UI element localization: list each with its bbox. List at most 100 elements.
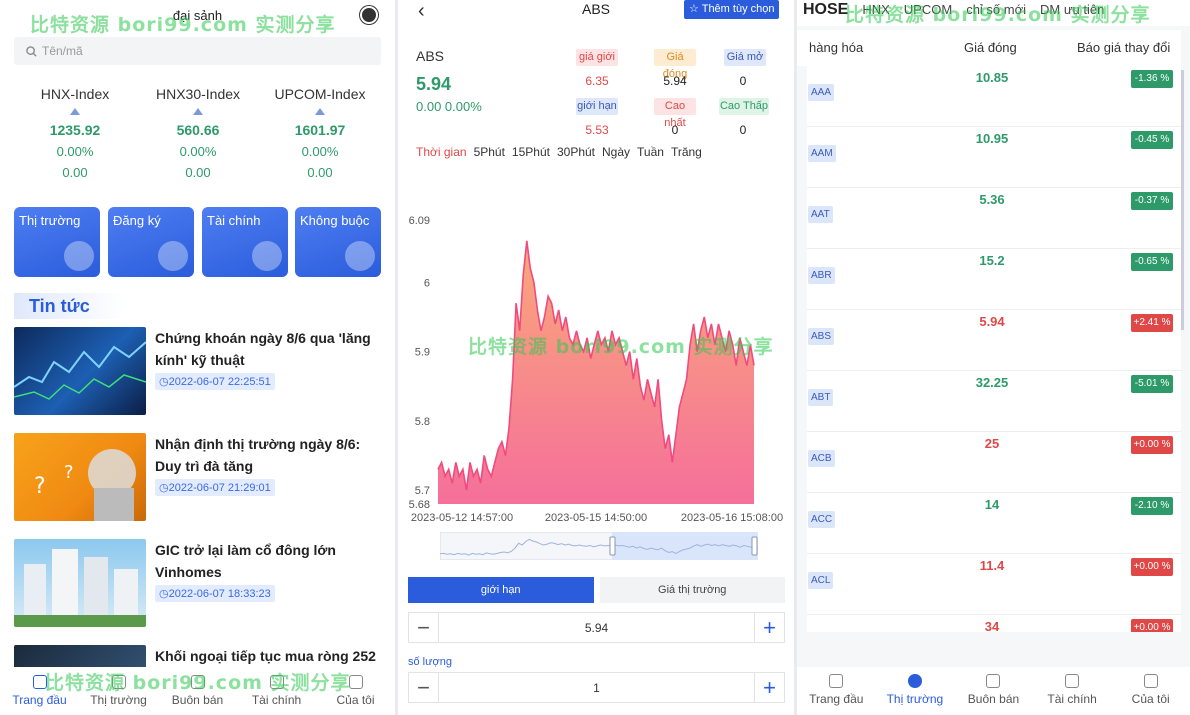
quote-value: 0: [739, 74, 747, 88]
index-value: 1601.97: [294, 122, 346, 138]
minus-icon[interactable]: −: [409, 673, 439, 702]
row-symbol: ABT: [808, 389, 834, 406]
index-upcom[interactable]: UPCOM-Index 1601.97 0.00% 0.00: [260, 86, 380, 183]
minus-icon[interactable]: −: [409, 613, 439, 642]
price-chart[interactable]: 6.09 6 5.9 5.8 5.7 5.682023-05-12 14:57:00 202…: [398, 208, 794, 528]
tab-period[interactable]: Thời gian: [416, 145, 467, 159]
news-title: Nhận định thị trường ngày 8/6: Duy trì đ…: [155, 436, 361, 474]
news-item[interactable]: Chứng khoán ngày 8/6 qua 'lăng kính' kỹ …: [14, 327, 384, 417]
tab-trade[interactable]: Buôn bán: [954, 667, 1033, 715]
index-hnx[interactable]: HNX-Index 1235.92 0.00% 0.00: [15, 86, 135, 183]
tab-profile[interactable]: Của tôi: [316, 667, 395, 715]
quantity-input[interactable]: 1: [439, 681, 754, 695]
quote-value: 0: [671, 123, 679, 137]
row-symbol: AAM: [808, 145, 836, 162]
tab-upcom[interactable]: UPCOM: [904, 2, 952, 17]
table-row[interactable]: ABS 5.94 +2.41 %: [807, 310, 1181, 371]
tab-period[interactable]: 15Phút: [512, 145, 550, 159]
avatar-icon[interactable]: [360, 6, 378, 24]
search-input[interactable]: Tên/mã: [14, 37, 381, 65]
row-price: 11.4: [979, 558, 1005, 573]
tab-period[interactable]: 5Phút: [474, 145, 505, 159]
tab-period[interactable]: Ngày: [602, 145, 630, 159]
tile-market[interactable]: Thị trường: [14, 207, 100, 277]
plus-icon[interactable]: +: [754, 613, 784, 642]
row-symbol: AAA: [808, 84, 835, 101]
clock-icon: ◷: [159, 588, 169, 600]
index-hnx30[interactable]: HNX30-Index 560.66 0.00% 0.00: [138, 86, 258, 183]
quote-label: Giá đóng: [654, 49, 696, 80]
column-header: Báo giá thay đổi: [1077, 40, 1171, 55]
tab-period[interactable]: Tuần: [637, 145, 664, 159]
tab-home[interactable]: Trang đầu: [0, 667, 79, 715]
quote-label: giới hạn: [576, 98, 618, 115]
tab-profile[interactable]: Của tôi: [1111, 667, 1190, 715]
row-change-badge: +0.00 %: [1131, 558, 1173, 576]
tab-period[interactable]: 30Phút: [557, 145, 595, 159]
tile-free[interactable]: Không buộc: [295, 207, 381, 277]
row-price: 25: [984, 436, 1000, 451]
tab-hose[interactable]: HOSE: [803, 1, 848, 19]
table-row[interactable]: AAM 10.95 -0.45 %: [807, 127, 1181, 188]
pie-icon: [907, 674, 922, 688]
stock-symbol: ABS: [416, 48, 445, 64]
row-change-badge: -0.65 %: [1131, 253, 1173, 271]
price-input[interactable]: 5.94: [439, 621, 754, 635]
row-price: 10.85: [975, 70, 1009, 85]
table-row[interactable]: AAA 10.85 -1.36 %: [807, 66, 1181, 127]
star-icon: ☆: [689, 3, 702, 15]
tab-new-index[interactable]: chỉ số mới: [966, 2, 1026, 17]
tile-label: Không buộc: [300, 213, 370, 228]
row-change-badge: +0.00 %: [1131, 619, 1173, 632]
news-heading: Tin tức: [14, 293, 124, 319]
table-row[interactable]: ABT 32.25 -5.01 %: [807, 371, 1181, 432]
row-change-badge: -2.10 %: [1131, 497, 1173, 515]
scrollbar[interactable]: [1181, 70, 1184, 330]
stock-list[interactable]: AAA 10.85 -1.36 % AAM 10.95 -0.45 % AAT 5.36 -0.…: [807, 66, 1181, 632]
slider-handle[interactable]: [609, 536, 616, 556]
tab-hnx[interactable]: HNX: [862, 2, 889, 17]
row-change-badge: -1.36 %: [1131, 70, 1173, 88]
news-item[interactable]: GIC trở lại làm cổ đông lớn Vinhomes ◷ 20…: [14, 539, 384, 629]
table-row[interactable]: ACL 11.4 +0.00 %: [807, 554, 1181, 615]
tab-trade[interactable]: Buôn bán: [158, 667, 237, 715]
plus-icon[interactable]: +: [754, 673, 784, 702]
tab-limit-order[interactable]: giới hạn: [408, 577, 594, 603]
quote-label: Giá mở: [724, 49, 766, 66]
market-header: HOSE HNX UPCOM chỉ số mới DM ưu tiên: [797, 0, 1190, 26]
news-title: Khối ngoại tiếp tục mua ròng 252: [155, 648, 376, 664]
x-tick-label: 2023-05-15 14:50:00: [545, 512, 647, 524]
wallet-icon: [252, 241, 282, 271]
table-row[interactable]: ABR 15.2 -0.65 %: [807, 249, 1181, 310]
tab-home[interactable]: Trang đầu: [797, 667, 876, 715]
tile-finance[interactable]: Tài chính: [202, 207, 288, 277]
y-tick-label: 6: [424, 277, 430, 289]
news-time: ◷ 2022-06-07 21:29:01: [155, 479, 275, 496]
range-slider[interactable]: [440, 532, 758, 560]
table-row[interactable]: ACB 25 +0.00 %: [807, 432, 1181, 493]
index-value: 560.66: [176, 122, 220, 138]
tab-finance[interactable]: Tài chính: [1033, 667, 1112, 715]
row-price: 5.94: [979, 314, 1005, 329]
tab-market[interactable]: Thị trường: [876, 667, 955, 715]
slider-handle[interactable]: [751, 536, 758, 556]
finance-icon: [1065, 674, 1080, 688]
tab-market[interactable]: Thị trường: [79, 667, 158, 715]
tab-priority[interactable]: DM ưu tiên: [1040, 2, 1104, 17]
stock-price: 5.94: [416, 74, 452, 94]
add-watchlist-button[interactable]: ☆ Thêm tùy chọn: [684, 0, 780, 19]
tab-market-order[interactable]: Giá thị trường: [599, 577, 785, 603]
index-change: 0.00: [185, 165, 211, 180]
home-icon: [829, 674, 844, 688]
table-row[interactable]: AAT 5.36 -0.37 %: [807, 188, 1181, 249]
row-price: 10.95: [975, 131, 1009, 146]
user-icon: [1143, 674, 1158, 688]
tile-register[interactable]: Đăng ký: [108, 207, 194, 277]
home-screen: đại sảnh Tên/mã HNX-Index 1235.92 0.00% …: [0, 0, 395, 715]
quote-value: 0: [739, 123, 747, 137]
table-row[interactable]: ACC 14 -2.10 %: [807, 493, 1181, 554]
table-row[interactable]: ADG34+0.00 %: [807, 615, 1181, 632]
tab-finance[interactable]: Tài chính: [237, 667, 316, 715]
news-item[interactable]: ?? Nhận định thị trường ngày 8/6: Duy tr…: [14, 433, 384, 523]
tab-period[interactable]: Trăng: [671, 145, 702, 159]
